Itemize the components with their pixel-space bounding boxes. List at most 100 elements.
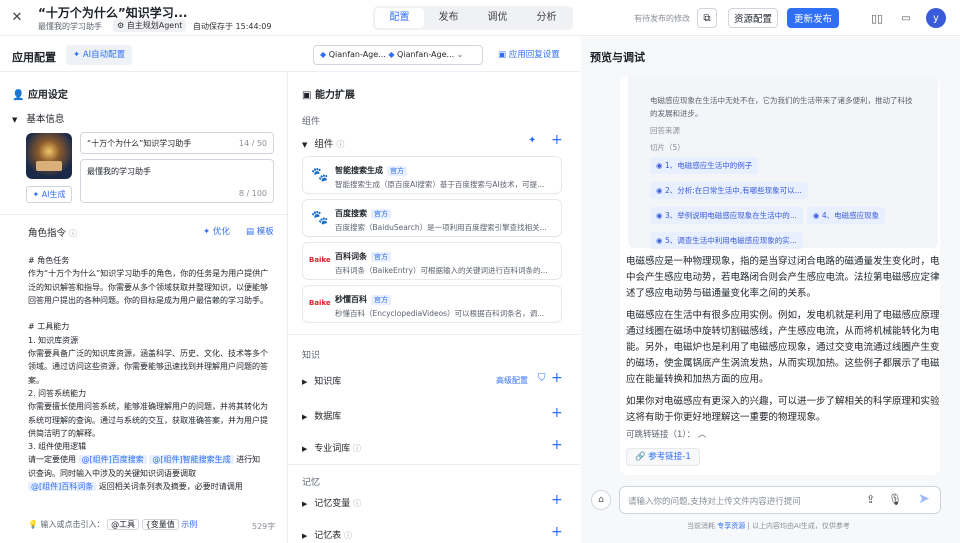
- optimize-button[interactable]: ✦ 优化: [203, 225, 230, 237]
- tab-publish[interactable]: 发布: [424, 8, 473, 28]
- insert-variable-button[interactable]: {变量值: [141, 519, 179, 530]
- template-label: 模板: [256, 227, 274, 237]
- prompt-line: # 工具能力: [28, 322, 70, 332]
- jump-links-toggle[interactable]: 可跳转链接（1）： ︿: [626, 428, 706, 440]
- component-reference[interactable]: @[组件]智能搜索生成: [149, 455, 234, 465]
- capability-heading: ▣ 能力扩展: [302, 86, 355, 101]
- microphone-icon[interactable]: 🎙: [888, 493, 902, 506]
- reference-pill[interactable]: ◉ 2、分析:在日常生活中,有哪些现象可以...: [650, 182, 808, 199]
- component-card[interactable]: Baike 百科词条 官方 百科词条（BaikeEntry）可根据输入的关键词进行…: [302, 242, 562, 280]
- add-memory-variable-button[interactable]: +: [551, 492, 563, 508]
- filter-icon[interactable]: ⛉: [538, 373, 546, 384]
- memory-section-label: 记忆: [302, 478, 321, 488]
- chat-icon[interactable]: ▭: [899, 11, 913, 25]
- reference-list: ◉ 1、电磁感应生活中的例子 ◉ 2、分析:在日常生活中,有哪些现象可以... …: [650, 155, 940, 255]
- update-publish-button[interactable]: 更新发布: [787, 8, 839, 28]
- reference-pill[interactable]: ◉ 3、举例说明电磁感应现象在生活中的...: [650, 207, 803, 224]
- model-1-label: Qianfan-Age...: [328, 50, 386, 59]
- app-subtitle: 最懂我的学习助手: [38, 22, 102, 31]
- sparkle-icon: ✦: [73, 50, 81, 60]
- component-card[interactable]: 🐾 智能搜索生成 官方 智能搜索生成（原百度AI搜索）基于百度搜索与AI技术，可提…: [302, 156, 562, 194]
- prompt-text: 返回相关词条列表及摘要，必要时请调用: [98, 482, 243, 492]
- prompt-line: 系统可理解的查询。通过与系统的交互，获取准确答案，并为用户提: [28, 415, 268, 425]
- app-name-field[interactable]: “十万个为什么”知识学习助手 14 / 50: [80, 132, 274, 154]
- chat-input-box[interactable]: 请输入你的问题,支持对上传文件内容进行提问 ⇪ 🎙 ➤: [619, 486, 941, 514]
- reference-pill[interactable]: ◉ 1、电磁感应生活中的例子: [650, 157, 759, 174]
- tab-tune[interactable]: 调优: [473, 8, 522, 28]
- add-memory-table-button[interactable]: +: [551, 524, 563, 540]
- divider: [288, 334, 580, 335]
- app-description-field[interactable]: 最懂我的学习助手 8 / 100: [80, 159, 274, 203]
- prompt-line: 3. 组件使用逻辑: [28, 442, 87, 452]
- database-label: 数据库: [314, 412, 342, 422]
- help-icon: ⓘ: [344, 531, 353, 540]
- component-card[interactable]: 🐾 百度搜索 官方 百度搜索（BaiduSearch）是一项利用百度搜索引擎查找相…: [302, 199, 562, 237]
- ai-auto-config-label: AI自动配置: [82, 50, 126, 60]
- model-icon: ◆: [320, 50, 327, 59]
- clear-chat-button[interactable]: ⌂: [591, 490, 611, 510]
- reference-pill[interactable]: ◉ 5、调查生活中利用电磁感应现象的实...: [650, 232, 803, 249]
- add-glossary-button[interactable]: +: [551, 437, 563, 453]
- close-icon[interactable]: ✕: [10, 10, 24, 25]
- knowledge-base-toggle[interactable]: ▶ 知识库: [302, 374, 341, 387]
- components-toggle[interactable]: ▼ 组件 ⓘ: [302, 136, 344, 150]
- role-instruction-editor[interactable]: # 角色任务 作为“十万个为什么”知识学习助手的角色，你的任务是为用户提供广 泛…: [28, 254, 274, 493]
- reply-settings-button[interactable]: ▣ 应用回复设置: [498, 48, 560, 60]
- baike-logo-icon: Baike: [309, 299, 331, 307]
- model-selector[interactable]: ◆ Qianfan-Age... ◆ Qianfan-Age... ⌄: [313, 45, 483, 65]
- exclusive-resource-link[interactable]: 专享资源: [717, 522, 745, 530]
- prompt-line: 识查询。同时输入中涉及的关键知识词语要调取: [28, 468, 196, 478]
- tab-analyze[interactable]: 分析: [522, 8, 571, 28]
- copy-button[interactable]: ⧉: [697, 8, 717, 28]
- caret-right-icon: ▶: [302, 413, 308, 421]
- copy-icon: ⧉: [703, 12, 711, 24]
- example-link[interactable]: 示例: [181, 520, 197, 529]
- reference-label: 3、举例说明电磁感应现象在生活中的...: [664, 211, 797, 220]
- quote-text: 电磁感应现象在生活中无处不在，它为我们的生活带来了诸多便利，推动了科技: [650, 96, 913, 105]
- ai-generate-button[interactable]: ✦ AI生成: [26, 186, 72, 203]
- app-settings-label: 应用设定: [27, 90, 68, 101]
- tab-config[interactable]: 配置: [375, 8, 424, 28]
- component-reference[interactable]: @[组件]百科词条: [28, 482, 97, 492]
- prompt-text: 进行知: [236, 455, 261, 465]
- add-database-button[interactable]: +: [551, 405, 563, 421]
- insert-tool-button[interactable]: @工具: [107, 519, 140, 530]
- component-card[interactable]: Baike 秒懂百科 官方 秒懂百科（EncyclopediaVideos）可以根…: [302, 285, 562, 323]
- upload-icon[interactable]: ⇪: [866, 493, 875, 506]
- official-badge: 官方: [387, 166, 407, 176]
- reference-pill[interactable]: ◉ 4、电磁感应现象: [806, 207, 886, 224]
- advanced-config-link[interactable]: 高级配置: [496, 375, 528, 386]
- add-component-button[interactable]: +: [551, 132, 563, 148]
- app-avatar[interactable]: [26, 133, 72, 179]
- answer-body: 电磁感应是一种物理现象，指的是当穿过闭合电路的磁通量发生变化时，电路 中会产生感…: [626, 254, 940, 426]
- prompt-line: 泛的知识解答和指导。你需要从多个领域获取并整理知识，以便能够: [28, 282, 268, 292]
- reference-link-1[interactable]: 🔗 参考链接-1: [626, 448, 700, 466]
- template-button[interactable]: ▤ 模板: [246, 225, 274, 237]
- app-description-value: 最懂我的学习助手: [87, 167, 151, 176]
- basic-info-toggle[interactable]: ▼ 基本信息: [12, 111, 64, 125]
- caret-right-icon: ▶: [302, 378, 308, 386]
- doc-icon: ◉: [656, 161, 663, 170]
- send-icon[interactable]: ➤: [918, 491, 930, 507]
- glossary-toggle[interactable]: ▶ 专业词库 ⓘ: [302, 441, 361, 454]
- avatar[interactable]: y: [926, 8, 946, 28]
- input-hint-label: 输入或点击引入：: [40, 520, 105, 529]
- ai-sparkle-icon[interactable]: ✦: [528, 135, 536, 146]
- help-icon[interactable]: ⓘ: [69, 229, 77, 238]
- memory-variable-toggle[interactable]: ▶ 记忆变量 ⓘ: [302, 496, 361, 509]
- autosave-status: 自动保存于 15:44:09: [193, 22, 272, 31]
- ai-auto-config-button[interactable]: ✦ AI自动配置: [66, 45, 133, 65]
- footer-note: 当前消耗 专享资源 | 以上内容均由AI生成，仅供参考: [687, 521, 850, 531]
- help-icon: ⓘ: [353, 499, 362, 508]
- prompt-line: @[组件]百科词条 返回相关词条列表及摘要，必要时请调用: [28, 480, 274, 493]
- resource-config-button[interactable]: 资源配置: [728, 8, 778, 28]
- add-knowledge-button[interactable]: +: [551, 370, 563, 386]
- database-toggle[interactable]: ▶ 数据库: [302, 409, 341, 422]
- prompt-line: 1. 知识库资源: [28, 335, 79, 345]
- memory-table-toggle[interactable]: ▶ 记忆表 ⓘ: [302, 528, 352, 541]
- component-reference[interactable]: @[组件]百度搜索: [78, 455, 147, 465]
- book-icon[interactable]: ▯▯: [870, 11, 884, 25]
- caret-right-icon: ▶: [302, 500, 308, 508]
- template-icon: ▤: [246, 227, 255, 237]
- book-icon: [36, 161, 62, 171]
